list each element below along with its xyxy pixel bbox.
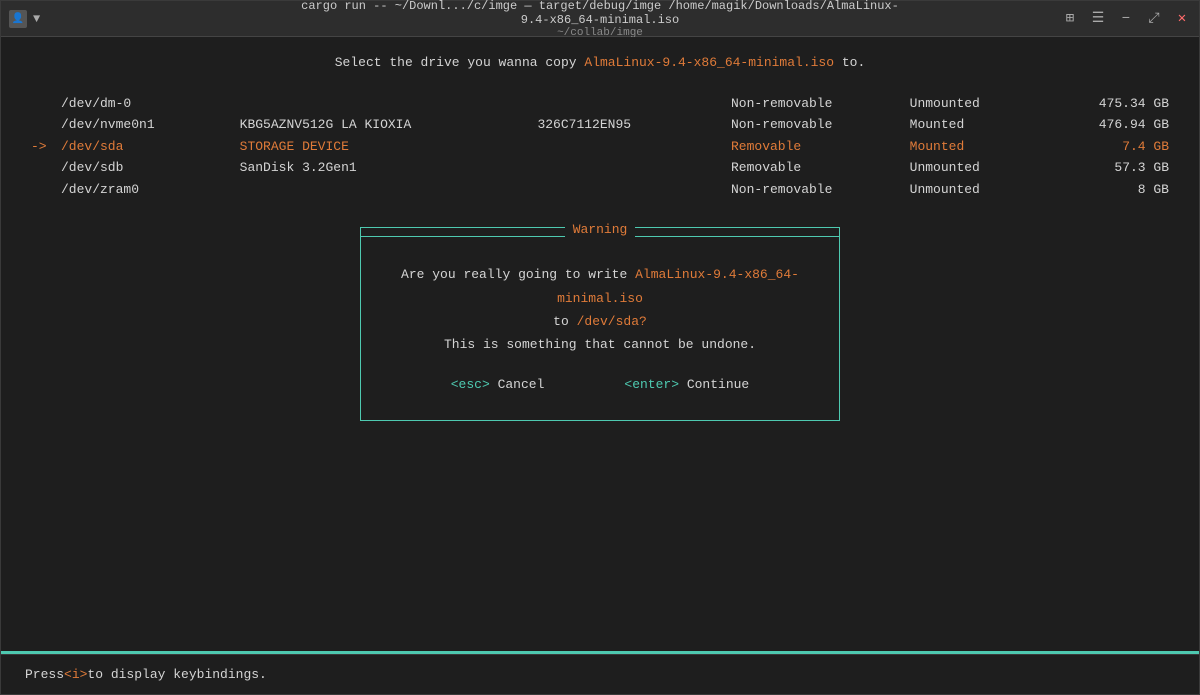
titlebar-left: 👤 ▼	[9, 10, 40, 28]
warning-content: Are you really going to write AlmaLinux-…	[361, 247, 839, 420]
warning-overlay: Warning Are you really going to write Al…	[1, 37, 1199, 611]
warning-title: Warning	[565, 220, 636, 240]
statusbar-key: <i>	[64, 667, 87, 682]
cancel-label: Cancel	[498, 377, 545, 392]
continue-label: Continue	[687, 377, 749, 392]
terminal-content: Select the drive you wanna copy AlmaLinu…	[1, 37, 1199, 651]
warning-device: /dev/sda?	[577, 314, 647, 329]
tile-button[interactable]: ⊞	[1061, 10, 1079, 28]
warning-line2: to /dev/sda?	[385, 310, 815, 333]
cancel-key: <esc>	[451, 377, 490, 392]
titlebar: 👤 ▼ cargo run -- ~/Downl.../c/imge — tar…	[1, 1, 1199, 37]
avatar-icon[interactable]: 👤	[9, 10, 27, 28]
statusbar-suffix: to display keybindings.	[87, 667, 266, 682]
window-title: cargo run -- ~/Downl.../c/imge — target/…	[300, 0, 900, 27]
warning-line2-prefix: to	[553, 314, 569, 329]
continue-action[interactable]: <enter> Continue	[624, 373, 749, 396]
dropdown-icon[interactable]: ▼	[33, 12, 40, 26]
warning-line3: This is something that cannot be undone.	[385, 333, 815, 356]
continue-key: <enter>	[624, 377, 679, 392]
minimize-button[interactable]: −	[1117, 10, 1135, 28]
window: 👤 ▼ cargo run -- ~/Downl.../c/imge — tar…	[0, 0, 1200, 695]
warning-line1-prefix: Are you really going to write	[401, 267, 627, 282]
warning-title-line-right	[635, 236, 839, 237]
cancel-action[interactable]: <esc> Cancel	[451, 373, 545, 396]
statusbar: Press <i> to display keybindings.	[1, 654, 1199, 694]
warning-title-line-left	[361, 236, 565, 237]
warning-line1: Are you really going to write AlmaLinux-…	[385, 263, 815, 310]
warning-actions: <esc> Cancel <enter> Continue	[385, 373, 815, 396]
titlebar-center: cargo run -- ~/Downl.../c/imge — target/…	[300, 0, 900, 39]
menu-button[interactable]: ☰	[1089, 10, 1107, 28]
statusbar-prefix: Press	[25, 667, 64, 682]
warning-box: Warning Are you really going to write Al…	[360, 227, 840, 421]
restore-button[interactable]: ⤢	[1145, 10, 1163, 28]
warning-title-bar: Warning	[361, 227, 839, 247]
titlebar-right: ⊞ ☰ − ⤢ ✕	[1061, 10, 1191, 28]
close-button[interactable]: ✕	[1173, 10, 1191, 28]
